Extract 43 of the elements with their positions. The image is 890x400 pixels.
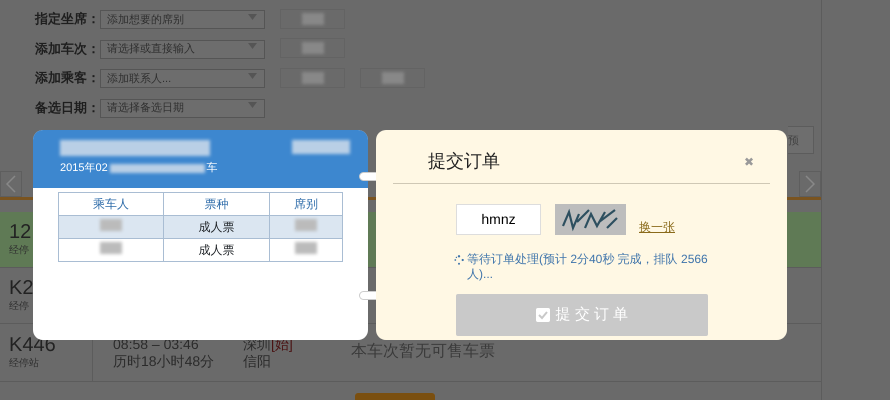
trip-duration: 历时18小时48分 [113,352,216,369]
book-button[interactable] [355,393,435,400]
destination-station: 信阳 [243,352,272,369]
blurred-chip [360,68,425,88]
departure-date: 2015年02 [60,161,108,176]
loading-spinner-icon [454,255,464,265]
blurred-seat [294,219,317,231]
dropdown-field[interactable]: 请选择备选日期 [100,98,265,118]
blurred-chip [280,8,345,29]
blurred-name [100,242,122,254]
departure-date-suffix: 车 [206,161,218,176]
column-header: 乘车人 [58,192,164,216]
stops-toggle[interactable]: 经停 [9,299,29,314]
refresh-captcha-link[interactable]: 换一张 [639,218,675,236]
close-button[interactable]: ✖ [744,152,754,170]
queue-status-text: 等待订单处理(预计 2分40秒 完成，排队 2566 人)... [467,252,709,282]
caret-icon[interactable] [248,102,257,108]
blurred-seat [294,242,317,254]
caret-icon[interactable] [248,72,257,79]
dialog-title: 提交订单 [428,150,500,174]
stops-toggle[interactable]: 经停站 [9,356,39,371]
blurred-chip [280,38,345,58]
field-label: 指定坐席： [35,10,100,28]
field-label: 添加乘客： [35,69,100,87]
captcha-field[interactable]: hmnz [456,204,541,234]
dropdown-field[interactable]: 添加想要的席别 [100,10,265,30]
ticket-type-cell: 成人票 [164,216,270,238]
train-number[interactable]: 12 [9,221,32,243]
column-header: 票种 [164,192,270,216]
field-label: 备选日期： [35,98,100,116]
dropdown-field[interactable]: 添加联系人... [100,69,265,88]
field-label: 添加车次： [35,40,100,58]
blurred-chip [280,68,345,88]
ticket-type-cell: 成人票 [164,238,270,262]
captcha-image [555,204,626,234]
stops-toggle[interactable]: 经停 [9,243,29,258]
train-number[interactable]: K2 [9,277,34,299]
blurred-train-number [292,140,350,154]
caret-icon[interactable] [248,43,257,50]
caret-icon[interactable] [248,14,257,20]
blurred-name [100,219,122,231]
dropdown-field[interactable]: 请选择或直接输入 [100,40,265,59]
checkbox-icon [536,308,550,322]
